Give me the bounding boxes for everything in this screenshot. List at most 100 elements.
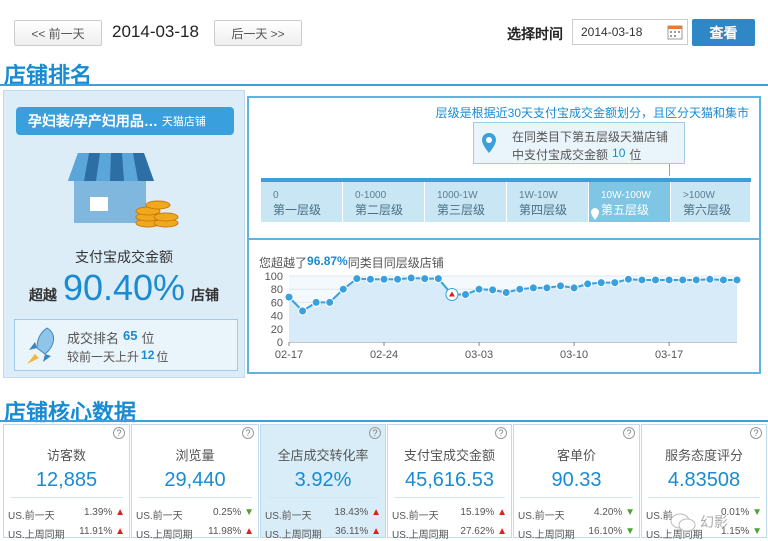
tier-4[interactable]: 1W-10W 第四层级	[507, 182, 589, 222]
help-icon[interactable]: ?	[242, 427, 254, 439]
compare-prev-week: US.上周同期 27.62% ▲	[392, 526, 507, 541]
compare-label: US.上周同期	[392, 530, 449, 541]
data-point	[420, 274, 430, 284]
compare-value: 27.62%	[460, 526, 495, 537]
compare-prev-day: US.前一天 1.39% ▲	[8, 507, 125, 522]
data-point	[732, 275, 742, 285]
y-tick-label: 60	[271, 297, 283, 309]
select-time-label: 选择时间	[507, 26, 563, 42]
metric-divider	[10, 497, 123, 498]
help-icon[interactable]: ?	[369, 427, 381, 439]
metric-card[interactable]: ? 全店成交转化率 3.92% US.前一天 18.43% ▲ US.上周同期 36.11%…	[260, 424, 386, 541]
data-point	[311, 297, 321, 307]
metric-divider	[138, 497, 252, 498]
date-input[interactable]: 2014-03-18	[572, 19, 688, 45]
help-icon[interactable]: ?	[495, 427, 507, 439]
current-date: 2014-03-18	[112, 22, 199, 41]
metric-title: 访客数	[46, 448, 86, 463]
next-day-button[interactable]: 后一天 >>	[214, 20, 302, 46]
compare-prev-week: US.上周同期 11.91% ▲	[8, 526, 125, 541]
y-tick-label: 100	[265, 271, 283, 283]
compare-label: US.前一天	[265, 511, 312, 522]
help-icon[interactable]: ?	[750, 427, 762, 439]
rank-unit: 位	[141, 331, 155, 346]
metric-value: 45,616.53	[405, 469, 494, 491]
data-point	[691, 275, 701, 285]
compare-prev-day: US.前一天 0.25% ▼	[136, 507, 254, 522]
down-arrow-icon: ▼	[625, 526, 635, 537]
watermark: 幻影	[670, 512, 728, 532]
y-tick-label: 40	[271, 311, 283, 323]
tier-1[interactable]: 0 第一层级	[261, 182, 343, 222]
tier-2-range: 0-1000	[355, 190, 387, 201]
compare-value: 16.10%	[588, 526, 623, 537]
exceed-prefix: 超越	[28, 287, 57, 303]
shop-summary-panel: 孕妇装/孕产妇用品… 天猫店铺 支付宝成交金额 超越 90.40% 店铺 成交排…	[3, 90, 245, 378]
metric-divider	[648, 497, 760, 498]
tier-4-range: 1W-10W	[519, 190, 558, 201]
data-point	[379, 274, 389, 284]
chart-caption-prefix: 您超越了	[259, 256, 308, 270]
compare-prev-day: US.前一天 4.20% ▼	[518, 507, 635, 522]
compare-label: US.上周同期	[8, 530, 65, 541]
data-point	[651, 275, 661, 285]
y-tick-label: 80	[271, 284, 283, 296]
help-icon[interactable]: ?	[623, 427, 635, 439]
metric-value: 12,885	[35, 469, 98, 491]
metric-value: 4.83508	[667, 469, 741, 491]
shop-category: 孕妇装/孕产妇用品…	[28, 113, 158, 129]
compare-value: 15.19%	[460, 507, 495, 518]
metric-value: 90.33	[551, 469, 602, 491]
data-point	[433, 274, 443, 284]
compare-label: US.前一天	[518, 511, 565, 522]
data-point	[284, 292, 294, 302]
data-point	[460, 289, 470, 299]
view-button[interactable]: 查看	[692, 19, 755, 46]
down-arrow-icon: ▼	[752, 526, 762, 537]
metric-card[interactable]: ? 浏览量 29,440 US.前一天 0.25% ▼ US.上周同期 11.98% ▲	[131, 424, 259, 541]
data-point	[338, 284, 348, 294]
chart-caption: 您超越了 96.87% 同类目同层级店铺	[259, 254, 444, 271]
metric-value: 3.92%	[294, 469, 352, 491]
chart-divider	[249, 238, 759, 240]
data-point	[488, 285, 498, 295]
metric-title: 浏览量	[175, 448, 215, 463]
up-arrow-icon: ▲	[371, 507, 381, 518]
calendar-icon[interactable]	[667, 24, 683, 43]
tier-2[interactable]: 0-1000 第二层级	[343, 182, 425, 222]
metric-card[interactable]: ? 客单价 90.33 US.前一天 4.20% ▼ US.上周同期 16.10% ▼	[513, 424, 640, 541]
tier-panel: 层级是根据近30天支付宝成交金额划分，且区分天猫和集市 在同类目下第五层级天猫店…	[247, 96, 761, 374]
data-point	[664, 275, 674, 285]
metric-title: 客单价	[556, 448, 596, 463]
data-point	[556, 281, 566, 291]
compare-label: US.前	[646, 511, 673, 522]
tier-6[interactable]: >100W 第六层级	[671, 182, 751, 222]
help-icon[interactable]: ?	[113, 427, 125, 439]
data-point	[474, 284, 484, 294]
metric-card[interactable]: ? 访客数 12,885 US.前一天 1.39% ▲ US.上周同期 11.91% ▲	[3, 424, 130, 541]
data-point	[325, 297, 335, 307]
down-arrow-icon: ▼	[625, 507, 635, 518]
compare-value: 11.91%	[79, 526, 113, 537]
metric-title: 服务态度评分	[664, 448, 743, 463]
rank-change-prefix: 较前一天上升	[67, 350, 140, 364]
metric-label: 支付宝成交金额	[75, 249, 173, 265]
metric-title: 全店成交转化率	[277, 448, 369, 463]
compare-value: 11.98%	[208, 526, 242, 537]
tier-4-name: 第四层级	[519, 203, 568, 217]
tier-6-name: 第六层级	[683, 203, 732, 217]
data-point	[352, 274, 362, 284]
tier-3[interactable]: 1000-1W 第三层级	[425, 182, 507, 222]
exceed-suffix: 店铺	[191, 287, 220, 303]
prev-day-button[interactable]: << 前一天	[14, 20, 102, 46]
data-point	[515, 284, 525, 294]
data-point	[583, 279, 593, 289]
compare-prev-week: US.上周同期 11.98% ▲	[136, 526, 254, 541]
tier-5[interactable]: 10W-100W 第五层级	[589, 182, 671, 222]
down-arrow-icon: ▼	[244, 507, 254, 518]
active-tier-pin-icon	[591, 208, 599, 220]
shop-icon	[68, 153, 179, 228]
ranking-divider	[0, 84, 768, 86]
metric-card[interactable]: ? 支付宝成交金额 45,616.53 US.前一天 15.19% ▲ US.上周同期 27…	[387, 424, 512, 541]
tooltip-line2-suffix: 位	[629, 148, 642, 162]
